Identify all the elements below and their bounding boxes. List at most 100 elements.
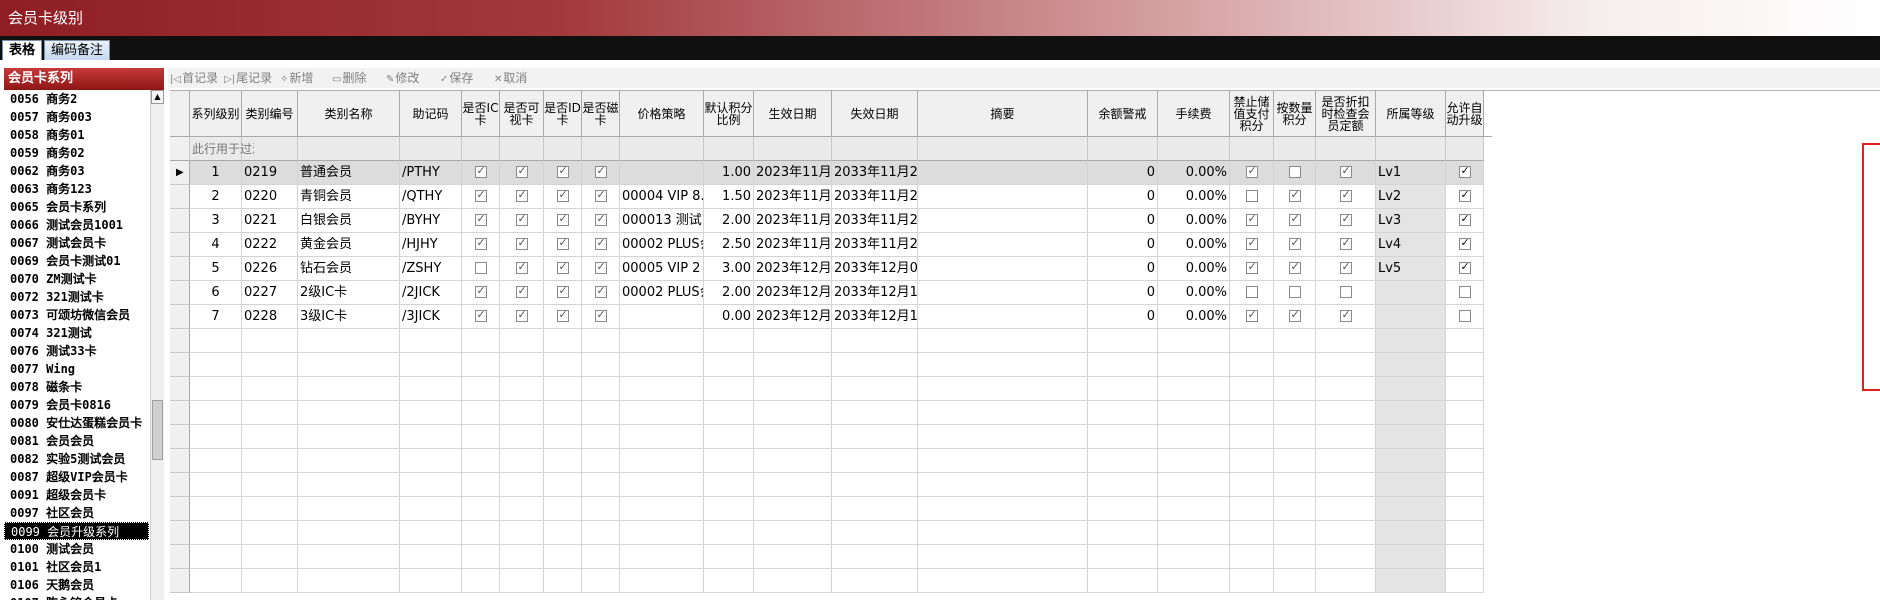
empty-cell[interactable] — [1088, 425, 1158, 449]
cell-level[interactable]: Lv3 — [1376, 209, 1446, 233]
empty-cell[interactable] — [1446, 545, 1484, 569]
cell-summary[interactable] — [918, 257, 1088, 281]
empty-cell[interactable] — [1158, 569, 1230, 593]
empty-cell[interactable] — [400, 521, 462, 545]
empty-cell[interactable] — [1088, 473, 1158, 497]
row-indicator[interactable] — [170, 257, 190, 281]
empty-cell[interactable] — [190, 377, 242, 401]
checkbox[interactable] — [556, 188, 569, 202]
checkbox[interactable] — [1458, 164, 1471, 178]
empty-cell[interactable] — [1376, 425, 1446, 449]
cell-is-ic[interactable] — [462, 305, 500, 329]
row-indicator[interactable] — [170, 353, 190, 377]
empty-cell[interactable] — [298, 545, 400, 569]
cell-is-ic[interactable] — [462, 281, 500, 305]
checkbox[interactable] — [1288, 212, 1301, 226]
cell-mnemonic[interactable]: /PTHY — [400, 161, 462, 185]
empty-cell[interactable] — [544, 377, 582, 401]
checkbox[interactable] — [594, 284, 607, 298]
empty-cell[interactable] — [1230, 569, 1274, 593]
empty-cell[interactable] — [1230, 401, 1274, 425]
empty-cell[interactable] — [400, 329, 462, 353]
empty-cell[interactable] — [1376, 329, 1446, 353]
empty-cell[interactable] — [400, 569, 462, 593]
save-button[interactable]: ✓保存 — [440, 70, 473, 86]
checkbox[interactable] — [515, 164, 528, 178]
empty-cell[interactable] — [1376, 473, 1446, 497]
empty-cell[interactable] — [1274, 401, 1316, 425]
checkbox[interactable] — [594, 260, 607, 274]
empty-cell[interactable] — [754, 425, 832, 449]
cell-discount-check[interactable] — [1316, 281, 1376, 305]
empty-cell[interactable] — [190, 425, 242, 449]
cell-is-mag[interactable] — [582, 209, 620, 233]
cell-points-ratio[interactable]: 2.50 — [704, 233, 754, 257]
checkbox[interactable] — [556, 260, 569, 274]
empty-cell[interactable] — [462, 425, 500, 449]
cell-seq[interactable]: 7 — [190, 305, 242, 329]
empty-cell[interactable] — [462, 545, 500, 569]
cell-code[interactable]: 0220 — [242, 185, 298, 209]
checkbox[interactable] — [1245, 212, 1258, 226]
empty-cell[interactable] — [1230, 377, 1274, 401]
filter-cell[interactable] — [1158, 137, 1230, 161]
edit-button[interactable]: ✎修改 — [386, 70, 419, 86]
cell-balance-alert[interactable]: 0 — [1088, 305, 1158, 329]
cell-summary[interactable] — [918, 161, 1088, 185]
cell-no-stored-points[interactable] — [1230, 209, 1274, 233]
cell-is-mag[interactable] — [582, 305, 620, 329]
empty-cell[interactable] — [242, 449, 298, 473]
empty-cell[interactable] — [1230, 497, 1274, 521]
cell-is-id[interactable] — [544, 305, 582, 329]
row-indicator[interactable] — [170, 209, 190, 233]
empty-cell[interactable] — [620, 497, 704, 521]
empty-cell[interactable] — [1274, 425, 1316, 449]
cell-end-date[interactable]: 2033年11月23日 — [832, 209, 918, 233]
cell-start-date[interactable]: 2023年12月15 — [754, 281, 832, 305]
empty-cell[interactable] — [544, 425, 582, 449]
empty-cell[interactable] — [400, 545, 462, 569]
cell-auto-upgrade[interactable] — [1446, 233, 1484, 257]
checkbox[interactable] — [1288, 188, 1301, 202]
empty-cell[interactable] — [620, 401, 704, 425]
empty-cell[interactable] — [298, 569, 400, 593]
cell-balance-alert[interactable]: 0 — [1088, 257, 1158, 281]
checkbox[interactable] — [1458, 285, 1471, 298]
empty-cell[interactable] — [1446, 353, 1484, 377]
empty-cell[interactable] — [500, 353, 544, 377]
column-header[interactable]: 摘要 — [918, 91, 1088, 137]
empty-cell[interactable] — [298, 401, 400, 425]
column-header[interactable]: 是否ID卡 — [544, 91, 582, 137]
cell-points-ratio[interactable]: 2.00 — [704, 281, 754, 305]
cell-auto-upgrade[interactable] — [1446, 185, 1484, 209]
empty-cell[interactable] — [190, 521, 242, 545]
cell-points-ratio[interactable]: 2.00 — [704, 209, 754, 233]
empty-cell[interactable] — [1158, 545, 1230, 569]
cell-price-policy[interactable] — [620, 305, 704, 329]
empty-cell[interactable] — [918, 377, 1088, 401]
empty-cell[interactable] — [298, 497, 400, 521]
empty-cell[interactable] — [544, 449, 582, 473]
series-list-item[interactable]: 0072 321测试卡 — [4, 288, 149, 306]
column-header[interactable]: 是否IC卡 — [462, 91, 500, 137]
filter-cell[interactable] — [298, 137, 400, 161]
cell-no-stored-points[interactable] — [1230, 281, 1274, 305]
empty-cell[interactable] — [1088, 521, 1158, 545]
cell-seq[interactable]: 3 — [190, 209, 242, 233]
cell-name[interactable]: 钻石会员 — [298, 257, 400, 281]
empty-cell[interactable] — [1376, 353, 1446, 377]
filter-cell[interactable] — [1230, 137, 1274, 161]
empty-cell[interactable] — [918, 473, 1088, 497]
column-header[interactable]: 生效日期 — [754, 91, 832, 137]
filter-cell[interactable] — [704, 137, 754, 161]
cell-points-by-qty[interactable] — [1274, 257, 1316, 281]
empty-cell[interactable] — [500, 377, 544, 401]
empty-cell[interactable] — [298, 449, 400, 473]
checkbox[interactable] — [1245, 236, 1258, 250]
cell-is-id[interactable] — [544, 209, 582, 233]
series-list-item[interactable]: 0056 商务2 — [4, 90, 149, 108]
filter-cell[interactable] — [1316, 137, 1376, 161]
row-indicator[interactable] — [170, 497, 190, 521]
empty-cell[interactable] — [1230, 425, 1274, 449]
empty-cell[interactable] — [1274, 521, 1316, 545]
